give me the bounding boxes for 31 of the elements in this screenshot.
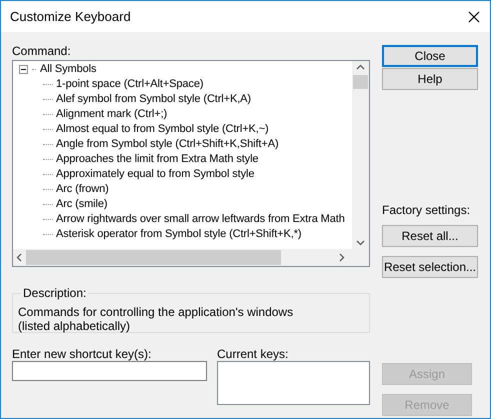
tree-item[interactable]: Alef symbol from Symbol style (Ctrl+K,A) (56, 91, 251, 108)
scroll-thumb[interactable] (353, 75, 368, 89)
expander-icon[interactable] (19, 65, 28, 74)
command-label: Command: (12, 43, 72, 60)
description-text: Commands for controlling the application's windows (listed alphabetically) (18, 305, 294, 333)
vertical-scrollbar[interactable] (352, 61, 369, 249)
tree-item[interactable]: Asterisk operator from Symbol style (Ctrl+Shift+K,*) (56, 226, 302, 243)
dialog-button[interactable]: Close (382, 45, 478, 67)
tree-item[interactable]: Alignment mark (Ctrl+;) (56, 106, 168, 123)
tree-item[interactable]: Almost equal to from Symbol style (Ctrl+K,~) (56, 121, 269, 138)
factory-settings-label: Factory settings: (382, 202, 472, 219)
tree-item[interactable]: All Symbols (19, 62, 352, 77)
dialog-button[interactable]: Reset all... (382, 225, 478, 247)
current-keys-list[interactable] (217, 361, 370, 405)
close-icon[interactable] (468, 10, 480, 22)
tree-item[interactable]: Approximately equal to from Symbol style (56, 166, 254, 183)
description-label: Description: (21, 285, 88, 301)
window-title: Customize Keyboard (10, 8, 131, 26)
dialog-button[interactable]: Reset selection... (382, 256, 478, 278)
tree-item[interactable]: Arc (smile) (56, 196, 108, 213)
scroll-thumb[interactable] (26, 250, 281, 265)
tree-item[interactable]: Approaches the limit from Extra Math style (56, 151, 258, 168)
shortcut-input-field[interactable] (12, 361, 207, 381)
dialog-button[interactable]: Help (382, 68, 478, 90)
horizontal-scrollbar[interactable] (13, 249, 369, 266)
tree-item[interactable]: Arc (frown) (56, 181, 109, 198)
current-keys-label: Current keys: (217, 346, 290, 361)
tree-item[interactable]: Angle from Symbol style (Ctrl+Shift+K,Shift+A) (56, 136, 279, 153)
tree-item[interactable]: Arrow rightwards over small arrow leftwards from Extra Math (56, 211, 345, 228)
tree-item[interactable]: 1-point space (Ctrl+Alt+Space) (56, 76, 204, 93)
shortcut-label: Enter new shortcut key(s): (12, 346, 152, 361)
